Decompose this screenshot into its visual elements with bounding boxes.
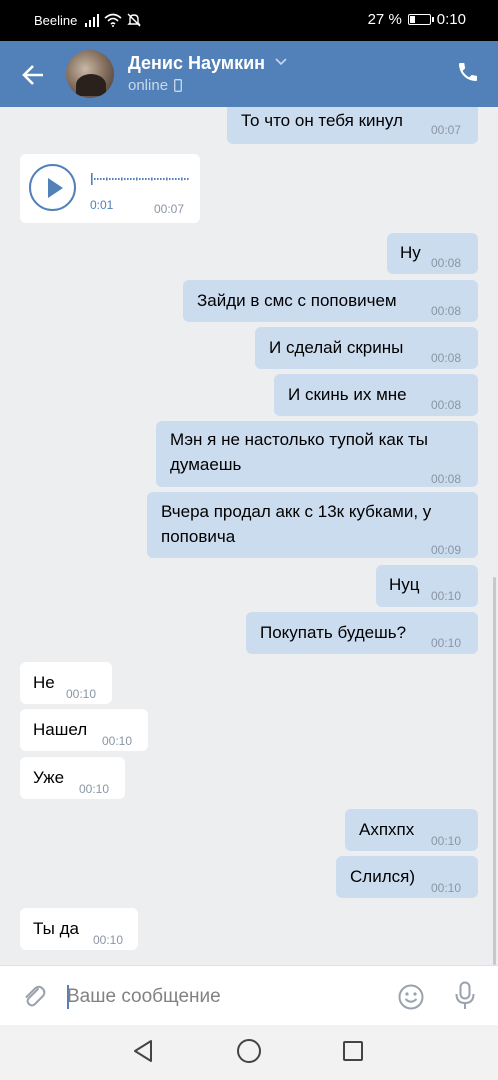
arrow-left-icon[interactable] [20,61,48,89]
message-bubble[interactable]: И скинь их мне 00:08 [274,374,478,416]
clock: 0:10 [436,11,466,28]
message-text: Уже [33,768,65,787]
message-time: 00:10 [431,589,462,603]
paperclip-icon[interactable] [20,982,48,1010]
battery-level [409,16,415,23]
chevron-down-icon[interactable] [275,58,287,66]
message-time: 00:08 [431,398,462,412]
message-bubble[interactable]: Уже 00:10 [20,757,125,799]
scrollbar[interactable] [493,577,496,965]
message-bubble[interactable]: Покупать будешь? 00:10 [246,612,478,654]
message-bubble[interactable]: Нуц 00:10 [376,565,478,607]
battery-percent: 27 % [367,11,402,28]
message-text: Слился) [350,867,415,886]
message-bubble[interactable]: Вчера продал акк с 13к кубками, у попови… [147,492,478,558]
message-bubble[interactable]: Слился) 00:10 [336,856,478,898]
message-time: 00:07 [154,202,185,216]
nav-back-icon[interactable] [132,1039,154,1063]
message-time: 00:10 [431,834,462,848]
message-bubble[interactable]: Нашел 00:10 [20,709,148,751]
message-bubble[interactable]: Ахпхпх 00:10 [345,809,478,851]
message-text: Нуц [389,575,420,594]
nav-recents-icon[interactable] [343,1041,363,1061]
message-text: И скинь их мне [288,385,407,404]
message-text: И сделай скрины [269,338,404,357]
message-bubble[interactable]: И сделай скрины 00:08 [255,327,478,369]
nav-home-icon[interactable] [237,1039,261,1063]
message-text: То что он тебя кинул [241,111,403,130]
status-right: 27 % 0:10 [368,11,466,28]
online-status: online [128,77,169,94]
message-time: 00:08 [431,472,462,486]
system-nav-bar [0,1025,498,1080]
battery-icon [407,14,434,25]
message-time: 00:10 [431,881,462,895]
message-list: То что он тебя кинул 00:07 0:01 00:07 Ну… [0,107,498,965]
smiley-icon[interactable] [397,983,425,1011]
phone-icon[interactable] [456,60,480,84]
chat-header: Денис Наумкин online [0,41,498,107]
waveform [91,173,189,185]
voice-message: 0:01 00:07 [20,154,200,223]
message-text: Зайди в смс с поповичем [197,291,397,310]
message-bubble[interactable]: Ты да 00:10 [20,908,138,950]
message-time: 00:10 [79,782,110,796]
message-time: 00:10 [93,933,124,947]
message-bubble[interactable]: Мэн я не настолько тупой как ты думаешь … [156,421,478,487]
message-text: Мэн я не настолько тупой как ты думаешь [170,430,429,474]
contact-name[interactable]: Денис Наумкин [128,53,265,74]
message-text: Ахпхпх [359,820,415,839]
message-text: Ты да [33,919,79,938]
message-time: 00:10 [102,734,133,748]
voice-duration: 0:01 [90,198,114,212]
status-bar: Beeline 27 % 0:10 [0,0,498,41]
message-time: 00:10 [66,687,97,701]
contact-status: online [128,77,182,94]
wifi-icon [104,13,122,27]
microphone-icon[interactable] [454,981,476,1011]
message-text: Нашел [33,720,88,739]
message-bubble[interactable]: Зайди в смс с поповичем 00:08 [183,280,478,322]
signal-icon [85,14,99,27]
status-icons [84,11,142,29]
message-text: Ну [400,243,421,262]
message-composer: Ваше сообщение [0,965,498,1025]
message-time: 00:09 [431,543,462,557]
message-text: Покупать будешь? [260,623,407,642]
message-time: 00:10 [431,636,462,650]
message-text: Вчера продал акк с 13к кубками, у попови… [161,502,432,546]
message-time: 00:08 [431,351,462,365]
mobile-icon [174,79,182,92]
message-input[interactable]: Ваше сообщение [67,986,221,1008]
message-time: 00:08 [431,304,462,318]
mute-icon [127,13,141,27]
play-icon[interactable] [29,164,76,211]
message-bubble[interactable]: То что он тебя кинул 00:07 [227,107,478,144]
avatar[interactable] [66,50,114,98]
message-text: Не [33,673,55,692]
message-bubble[interactable]: Не 00:10 [20,662,112,704]
carrier-name: Beeline [34,13,78,28]
message-bubble[interactable]: Ну 00:08 [387,233,478,274]
message-time: 00:08 [431,256,462,270]
message-time: 00:07 [431,123,462,137]
